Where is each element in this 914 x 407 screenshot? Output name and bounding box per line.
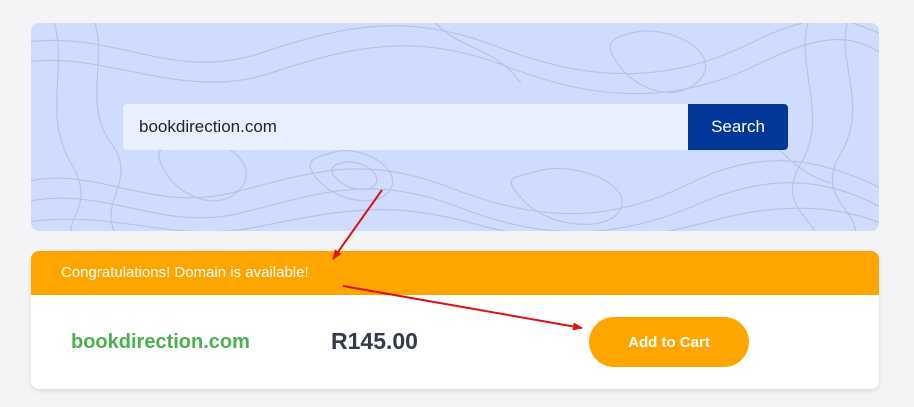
add-to-cart-button[interactable]: Add to Cart	[589, 317, 749, 367]
domain-result-card: Congratulations! Domain is available! bo…	[31, 251, 879, 389]
search-bar: Search	[123, 104, 788, 150]
result-domain-name: bookdirection.com	[71, 331, 250, 353]
search-button[interactable]: Search	[688, 104, 788, 150]
domain-search-panel: Search	[31, 23, 879, 231]
domain-price: R145.00	[331, 328, 418, 354]
availability-banner: Congratulations! Domain is available!	[31, 251, 879, 295]
page: Search Congratulations! Domain is availa…	[0, 0, 914, 407]
domain-search-input[interactable]	[123, 104, 688, 150]
